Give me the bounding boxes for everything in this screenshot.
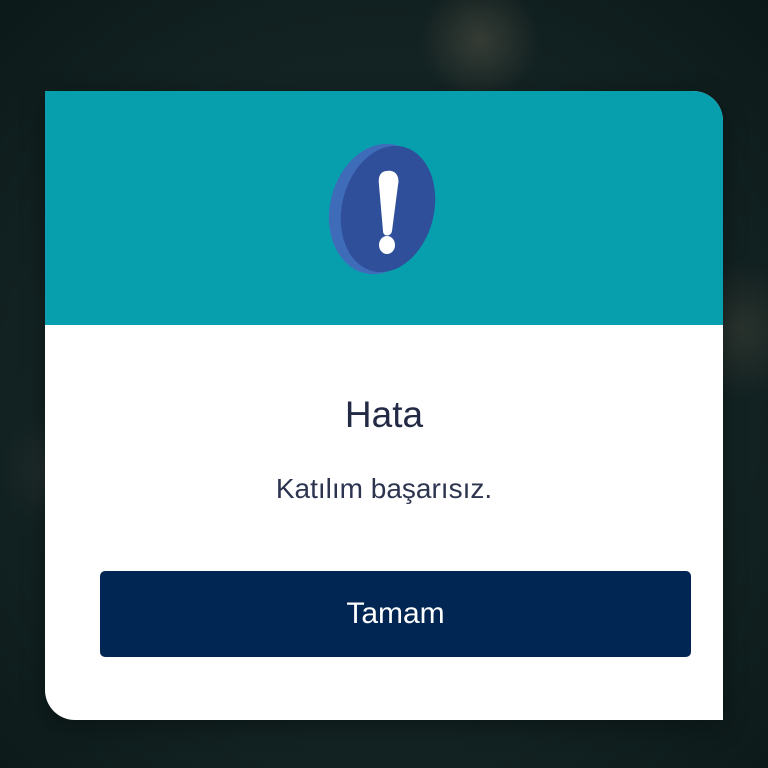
dialog-message: Katılım başarısız.: [275, 473, 493, 504]
dialog-header: [45, 91, 723, 325]
dialog-title: Hata: [344, 394, 424, 435]
error-dialog: Hata Katılım başarısız. Tamam: [45, 91, 723, 720]
exclamation-icon: [328, 143, 436, 275]
ok-button[interactable]: Tamam: [100, 571, 691, 657]
